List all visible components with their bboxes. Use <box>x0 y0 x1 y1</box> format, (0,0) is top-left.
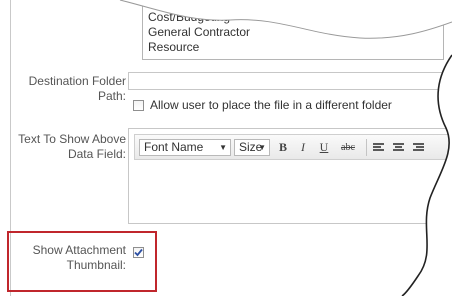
destination-folder-input[interactable] <box>128 72 452 90</box>
chevron-down-icon: ▼ <box>258 143 266 152</box>
font-name-value: Font Name <box>144 140 204 154</box>
highlight-box <box>7 231 157 292</box>
italic-button[interactable]: I <box>294 139 312 156</box>
toolbar-separator <box>366 139 367 156</box>
destination-folder-label: Destination Folder Path: <box>28 74 126 103</box>
underline-button[interactable]: U <box>315 139 333 156</box>
allow-different-folder-row: Allow user to place the file in a differ… <box>133 97 392 113</box>
listbox-option[interactable]: Employee <box>143 0 443 10</box>
form-page: Employee Cost/Budgeting General Contract… <box>0 0 452 296</box>
allow-different-folder-checkbox[interactable] <box>133 99 144 111</box>
align-left-icon[interactable] <box>373 143 384 153</box>
font-name-select[interactable]: Font Name ▼ <box>139 139 231 156</box>
listbox-option[interactable]: Cost/Budgeting <box>143 10 443 25</box>
font-size-select[interactable]: Size ▼ <box>234 139 270 156</box>
editor-content-area[interactable] <box>134 165 452 219</box>
align-right-icon[interactable] <box>413 143 424 153</box>
text-above-label: Text To Show Above Data Field: <box>18 132 126 161</box>
bold-button[interactable]: B <box>274 139 292 156</box>
rich-text-editor: Font Name ▼ Size ▼ B I U abc <box>128 128 452 224</box>
strikethrough-button[interactable]: abc <box>336 139 360 156</box>
align-center-icon[interactable] <box>393 143 404 153</box>
editor-toolbar: Font Name ▼ Size ▼ B I U abc <box>134 134 452 160</box>
chevron-down-icon: ▼ <box>219 143 227 152</box>
allow-different-folder-label: Allow user to place the file in a differ… <box>150 98 392 112</box>
category-listbox[interactable]: Employee Cost/Budgeting General Contract… <box>142 0 444 60</box>
listbox-option[interactable]: Resource <box>143 40 443 55</box>
listbox-option[interactable]: General Contractor <box>143 25 443 40</box>
